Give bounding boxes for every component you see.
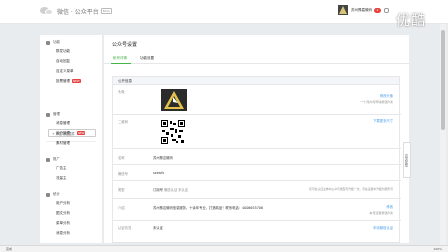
qrcode-label: 二维码	[118, 120, 128, 124]
avatar[interactable]	[338, 5, 348, 15]
sidebar-item-auto-reply[interactable]: 自动回复	[46, 56, 81, 66]
account-avatar-image	[161, 89, 187, 111]
wechat-logo[interactable]: 微信 · 公众平台 Beta	[40, 6, 112, 16]
notice-count-badge[interactable]: 1	[374, 7, 381, 13]
sidebar-item-message-analysis[interactable]: 消息分析	[46, 228, 70, 238]
sidebar-item-messages[interactable]: 消息管理	[46, 118, 70, 128]
sidebar-item-custom-menu[interactable]: 自定义菜单	[46, 66, 81, 76]
type-value: 订阅号 微信认证 未认证	[153, 188, 189, 192]
sidebar-group-title: 管理	[46, 111, 70, 118]
wechat-id-value: szxwfx	[153, 171, 165, 175]
verify-status: 微信认证 未认证	[163, 188, 189, 192]
name-row: 名称 苏州豫嘉微码	[113, 149, 401, 165]
auth-label: 认证情况	[118, 226, 132, 230]
name-label: 名称	[118, 156, 125, 160]
sidebar-item-traffic-owner[interactable]: 流量主	[46, 173, 67, 183]
scrollbar-thumb[interactable]	[441, 30, 445, 130]
auth-value: 未认证	[153, 226, 163, 230]
top-bar: 微信 · 公众平台 Beta 苏州豫嘉微码 1	[0, 0, 448, 24]
change-avatar-link[interactable]: 修改头像	[380, 93, 393, 98]
new-badge: NEW	[76, 131, 86, 135]
sidebar-group-title: 功能	[46, 39, 81, 46]
intro-label: 介绍	[118, 206, 125, 210]
sidebar-group-title: 推广	[46, 156, 67, 163]
active-tab-indicator	[111, 63, 131, 64]
sidebar: 功能 群发功能 自动回复 自定义菜单 投票管理 NEW + 添加功能插件 NEW 管…	[40, 35, 102, 243]
account-menu[interactable]: 苏州豫嘉微码 1	[338, 5, 389, 15]
sidebar-item-menu-analysis[interactable]: 菜单分析	[46, 218, 70, 228]
promote-icon	[46, 157, 50, 162]
tab-account-details[interactable]: 帐号详情	[113, 56, 127, 61]
account-name[interactable]: 苏州豫嘉微码	[351, 8, 372, 13]
sidebar-item-vote[interactable]: 投票管理 NEW	[46, 76, 81, 86]
wechat-id-row: 微信号 szxwfx	[113, 165, 401, 181]
beta-badge: Beta	[100, 8, 112, 14]
mail-icon[interactable]	[384, 7, 389, 13]
sidebar-item-mass-send[interactable]: 群发功能	[46, 46, 81, 56]
page-scrollbar[interactable]	[440, 24, 446, 246]
grid-icon	[46, 40, 50, 45]
name-value: 苏州豫嘉微码	[153, 156, 173, 160]
wechat-id-label: 微信号	[118, 172, 128, 176]
logo-text: 微信 · 公众平台	[57, 8, 99, 16]
sidebar-group-function: 功能 群发功能 自动回复 自定义菜单 投票管理 NEW	[46, 39, 81, 86]
sidebar-item-user-analysis[interactable]: 用户分析	[46, 198, 70, 208]
download-qrcode-link[interactable]: 下载更多尺寸	[373, 118, 393, 123]
intro-row: 介绍 苏州豫嘉微码信息服务，十余年专业，打造精品！联系电话：4006655706…	[113, 199, 401, 221]
stats-icon	[46, 192, 50, 197]
qrcode-image	[161, 120, 185, 144]
sidebar-item-materials[interactable]: 素材管理	[46, 138, 70, 148]
intro-note: 本月还能修改5次	[369, 211, 393, 215]
main-content: 公众号设置 帐号详情 功能设置 公开信息 头像 修改头像 一个月内可申请修改5次…	[104, 35, 409, 243]
sidebar-item-article-analysis[interactable]: 图文分析	[46, 208, 70, 218]
public-info-panel: 公开信息 头像 修改头像 一个月内可申请修改5次 二维码 下载更多尺寸 名称 苏…	[112, 76, 401, 243]
type-note: 仅可在认证主体中公众号类型可升级一次，可在设置中升级为服务号	[309, 187, 393, 191]
intro-value: 苏州豫嘉微码信息服务，十余年专业，打造精品！联系电话：4006655706	[153, 206, 263, 210]
wechat-logo-icon	[40, 6, 54, 16]
sidebar-group-manage: 管理 消息管理 用户管理 素材管理	[46, 111, 70, 148]
new-badge: NEW	[72, 79, 81, 83]
sidebar-item-advertiser[interactable]: 广告主	[46, 163, 67, 173]
sidebar-group-title: 统计	[46, 191, 70, 198]
sidebar-item-users[interactable]: 用户管理	[46, 128, 70, 138]
zoom-level[interactable]: 100%	[433, 247, 442, 251]
avatar-label: 头像	[118, 90, 125, 94]
tab-bar: 帐号详情 功能设置	[104, 53, 409, 64]
avatar-row: 头像 修改头像 一个月内可申请修改5次	[113, 85, 401, 115]
auth-row: 认证情况 未认证 申请微信认证	[113, 221, 401, 233]
status-text: 完成	[6, 247, 13, 251]
status-bar: 完成 100%	[0, 245, 448, 252]
panel-title: 公开信息	[113, 77, 399, 85]
sidebar-group-promote: 推广 广告主 流量主	[46, 156, 67, 183]
video-watermark: 优酷	[396, 13, 426, 29]
type-row: 类型 订阅号 微信认证 未认证 仅可在认证主体中公众号类型可升级一次，可在设置中…	[113, 181, 401, 199]
page-title: 公众号设置	[112, 42, 138, 48]
edit-intro-link[interactable]: 修改	[386, 204, 393, 209]
qrcode-row: 二维码 下载更多尺寸	[113, 115, 401, 149]
tab-function-settings[interactable]: 功能设置	[140, 56, 154, 61]
avatar-note: 一个月内可申请修改5次	[360, 100, 393, 104]
type-label: 类型	[118, 188, 125, 192]
feedback-button[interactable]: 意见反馈	[403, 142, 411, 178]
sidebar-group-stats: 统计 用户分析 图文分析 菜单分析 消息分析	[46, 191, 70, 238]
manage-icon	[46, 112, 50, 117]
apply-auth-link[interactable]: 申请微信认证	[373, 225, 393, 230]
